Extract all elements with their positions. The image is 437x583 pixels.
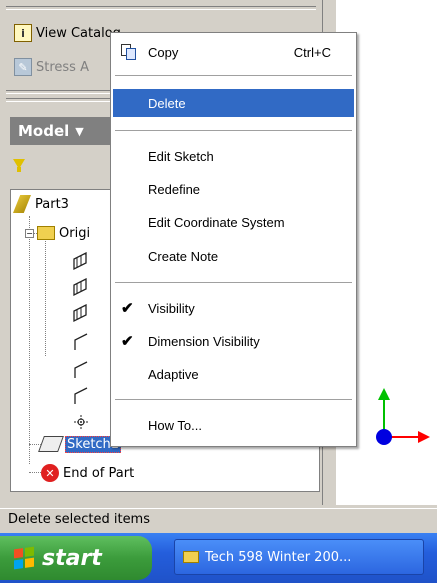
menu-item-how-to[interactable]: How To...	[113, 411, 354, 439]
stress-analysis-icon: ✎	[14, 58, 32, 76]
tree-connector	[45, 236, 46, 356]
plane-icon[interactable]	[71, 252, 91, 272]
checkmark-icon: ✔	[121, 333, 134, 350]
folder-icon	[183, 551, 199, 563]
sketch-icon	[38, 436, 64, 452]
taskbar-item-label: Tech 598 Winter 200...	[205, 549, 352, 565]
start-button[interactable]: start	[0, 536, 152, 580]
menu-item-dimension-visibility[interactable]: ✔ Dimension Visibility	[113, 327, 354, 355]
axis-icon[interactable]	[71, 386, 91, 406]
taskbar-item-folder[interactable]: Tech 598 Winter 200...	[174, 539, 424, 575]
menu-separator	[115, 130, 352, 131]
context-menu: Copy Ctrl+C Delete Edit Sketch Redefine …	[110, 32, 357, 447]
menu-item-label: Visibility	[148, 300, 195, 316]
menu-item-edit-sketch[interactable]: Edit Sketch	[113, 142, 354, 170]
view-catalog-label: View Catalog	[36, 25, 121, 41]
part-icon	[13, 195, 31, 213]
taskbar: start Tech 598 Winter 200...	[0, 533, 437, 583]
menu-item-label: Create Note	[148, 248, 219, 264]
catalog-icon: i	[14, 24, 32, 42]
folder-icon	[37, 226, 55, 240]
tree-item-part3[interactable]: Part3	[13, 194, 69, 214]
menu-item-label: How To...	[148, 417, 202, 433]
menu-item-create-note[interactable]: Create Note	[113, 242, 354, 270]
menu-separator	[115, 282, 352, 283]
windows-logo-icon	[14, 546, 34, 570]
menu-item-label: Copy	[148, 44, 179, 60]
filter-icon-stem	[17, 167, 21, 172]
center-point-icon[interactable]	[71, 412, 91, 432]
plane-icon[interactable]	[71, 304, 91, 324]
menu-item-label: Edit Coordinate System	[148, 214, 285, 230]
tree-item-origin[interactable]: Origi	[37, 223, 90, 243]
menu-item-adaptive[interactable]: Adaptive	[113, 360, 354, 388]
tree-item-label: Part3	[35, 196, 69, 212]
menu-item-label: Dimension Visibility	[148, 333, 260, 349]
menu-item-label: Delete	[148, 95, 186, 111]
tree-item-label: End of Part	[63, 465, 135, 481]
status-text: Delete selected items	[8, 512, 150, 527]
toolbar-separator	[6, 6, 316, 10]
tree-connector	[29, 216, 30, 464]
collapse-toggle[interactable]: −	[25, 229, 34, 238]
tree-item-label: Origi	[59, 225, 91, 241]
menu-item-label: Adaptive	[148, 366, 199, 382]
menu-separator	[115, 399, 352, 400]
view-catalog-button[interactable]: i View Catalog	[14, 22, 121, 44]
menu-item-label: Edit Sketch	[148, 148, 214, 164]
copy-icon	[121, 44, 137, 60]
start-label: start	[42, 545, 102, 571]
menu-item-visibility[interactable]: ✔ Visibility	[113, 294, 354, 322]
menu-item-label: Redefine	[148, 181, 201, 197]
model-browser-dropdown[interactable]: Model ▼	[10, 117, 114, 145]
model-label: Model	[18, 122, 70, 140]
stress-analysis-button[interactable]: ✎ Stress A	[14, 56, 89, 78]
menu-item-redefine[interactable]: Redefine	[113, 175, 354, 203]
checkmark-icon: ✔	[121, 300, 134, 317]
menu-separator	[115, 75, 352, 76]
chevron-down-icon: ▼	[75, 124, 84, 138]
menu-item-shortcut: Ctrl+C	[293, 44, 331, 60]
plane-icon[interactable]	[71, 278, 91, 298]
status-bar: Delete selected items	[0, 508, 437, 530]
axis-icon[interactable]	[71, 332, 91, 352]
end-of-part-icon: ✕	[41, 464, 59, 482]
menu-item-edit-coordinate-system[interactable]: Edit Coordinate System	[113, 208, 354, 236]
stress-analysis-label: Stress A	[36, 59, 89, 75]
menu-item-copy[interactable]: Copy Ctrl+C	[113, 38, 354, 66]
tree-item-end-of-part[interactable]: ✕ End of Part	[41, 463, 134, 483]
menu-item-delete[interactable]: Delete	[113, 89, 354, 117]
axis-icon[interactable]	[71, 360, 91, 380]
